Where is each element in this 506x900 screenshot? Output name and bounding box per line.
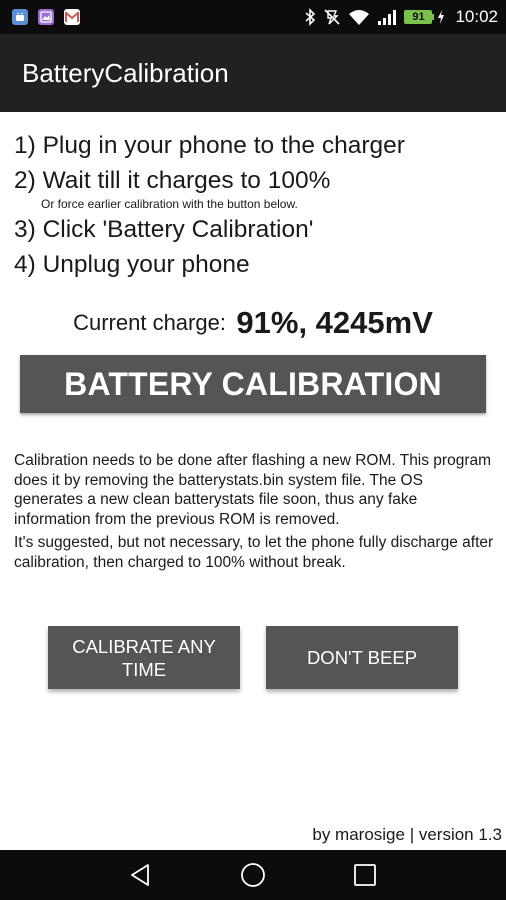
instruction-steps: 1) Plug in your phone to the charger 2) … xyxy=(14,128,494,282)
version-footer: by marosige | version 1.3 xyxy=(312,825,502,844)
battery-icon: 91 xyxy=(404,9,435,25)
signal-icon xyxy=(377,8,397,26)
dont-beep-button[interactable]: DON'T BEEP xyxy=(266,626,458,689)
app-title: BatteryCalibration xyxy=(22,58,229,88)
step-note: Or force earlier calibration with the bu… xyxy=(41,197,298,211)
info-paragraph-2: It's suggested, but not necessary, to le… xyxy=(14,534,494,571)
navigation-bar xyxy=(0,850,506,900)
gallery-app-icon xyxy=(38,9,54,25)
bluetooth-icon xyxy=(304,8,316,26)
app-screen: 91 10:02 BatteryCalibration 1) Plug in y… xyxy=(0,0,506,900)
recents-icon[interactable] xyxy=(352,862,378,888)
info-text: Calibration needs to be done after flash… xyxy=(14,451,496,576)
status-clock: 10:02 xyxy=(455,7,498,26)
android-app-icon xyxy=(12,9,28,25)
calibrate-any-time-button[interactable]: CALIBRATE ANY TIME xyxy=(48,626,240,689)
charge-value: 91%, 4245mV xyxy=(236,305,433,340)
back-icon[interactable] xyxy=(128,862,154,888)
battery-level: 91 xyxy=(404,10,433,24)
step-4: 4) Unplug your phone xyxy=(14,251,250,278)
gmail-icon xyxy=(64,9,80,25)
status-bar: 91 10:02 xyxy=(0,0,506,34)
vibrate-off-icon xyxy=(323,8,341,26)
step-1: 1) Plug in your phone to the charger xyxy=(14,132,405,159)
info-paragraph-1: Calibration needs to be done after flash… xyxy=(14,452,492,528)
app-bar: BatteryCalibration xyxy=(0,34,506,112)
charge-label: Current charge: xyxy=(73,310,226,335)
battery-calibration-button[interactable]: BATTERY CALIBRATION xyxy=(20,355,486,413)
home-icon[interactable] xyxy=(240,862,266,888)
step-2: 2) Wait till it charges to 100% xyxy=(14,167,331,194)
charging-icon xyxy=(436,9,446,25)
step-3: 3) Click 'Battery Calibration' xyxy=(14,216,314,243)
status-icons: 91 10:02 xyxy=(304,0,498,34)
wifi-icon xyxy=(348,8,370,26)
current-charge: Current charge: 91%, 4245mV xyxy=(0,305,506,341)
